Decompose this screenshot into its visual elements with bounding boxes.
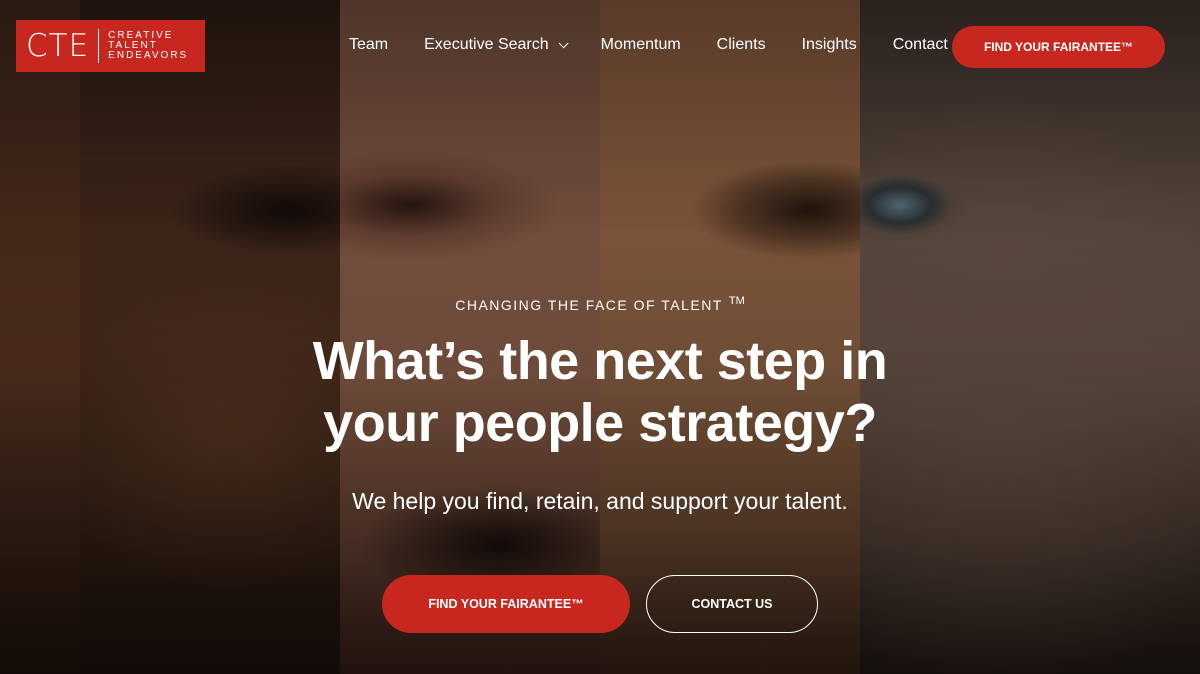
nav-item-team[interactable]: Team xyxy=(349,36,388,54)
nav-item-label: Executive Search xyxy=(424,36,549,53)
logo-line-3: ENDEAVORS xyxy=(108,50,189,61)
hero-eyebrow: CHANGING THE FACE OF TALENT TM xyxy=(0,295,1200,313)
hero-subhead: We help you find, retain, and support yo… xyxy=(352,488,848,514)
hero-headline-line-2: your people strategy? xyxy=(323,393,877,453)
chevron-down-icon xyxy=(558,37,569,48)
hero-headline-line-1: What’s the next step in xyxy=(312,331,888,391)
nav-item-insights[interactable]: Insights xyxy=(802,36,857,54)
logo-wordmark: CREATIVE TALENT ENDEAVORS xyxy=(108,31,188,61)
logo[interactable]: CTE CREATIVE TALENT ENDEAVORS xyxy=(16,20,205,72)
trademark-mark: TM xyxy=(728,295,745,307)
nav-item-clients[interactable]: Clients xyxy=(717,36,766,54)
hero-headline: What’s the next step in your people stra… xyxy=(0,330,1200,454)
main-nav: Team Executive Search Momentum Clients I… xyxy=(349,36,948,54)
find-fairantee-button[interactable]: FIND YOUR FAIRANTEE™ xyxy=(382,575,630,633)
contact-us-button[interactable]: CONTACT US xyxy=(646,575,818,633)
nav-item-contact[interactable]: Contact xyxy=(893,36,948,54)
header-cta-button[interactable]: FIND YOUR FAIRANTEE™ xyxy=(952,26,1165,68)
hero-eyebrow-text: CHANGING THE FACE OF TALENT xyxy=(455,297,723,313)
nav-item-executive-search[interactable]: Executive Search xyxy=(424,36,569,54)
nav-item-momentum[interactable]: Momentum xyxy=(601,36,681,54)
logo-mark: CTE xyxy=(26,29,100,63)
